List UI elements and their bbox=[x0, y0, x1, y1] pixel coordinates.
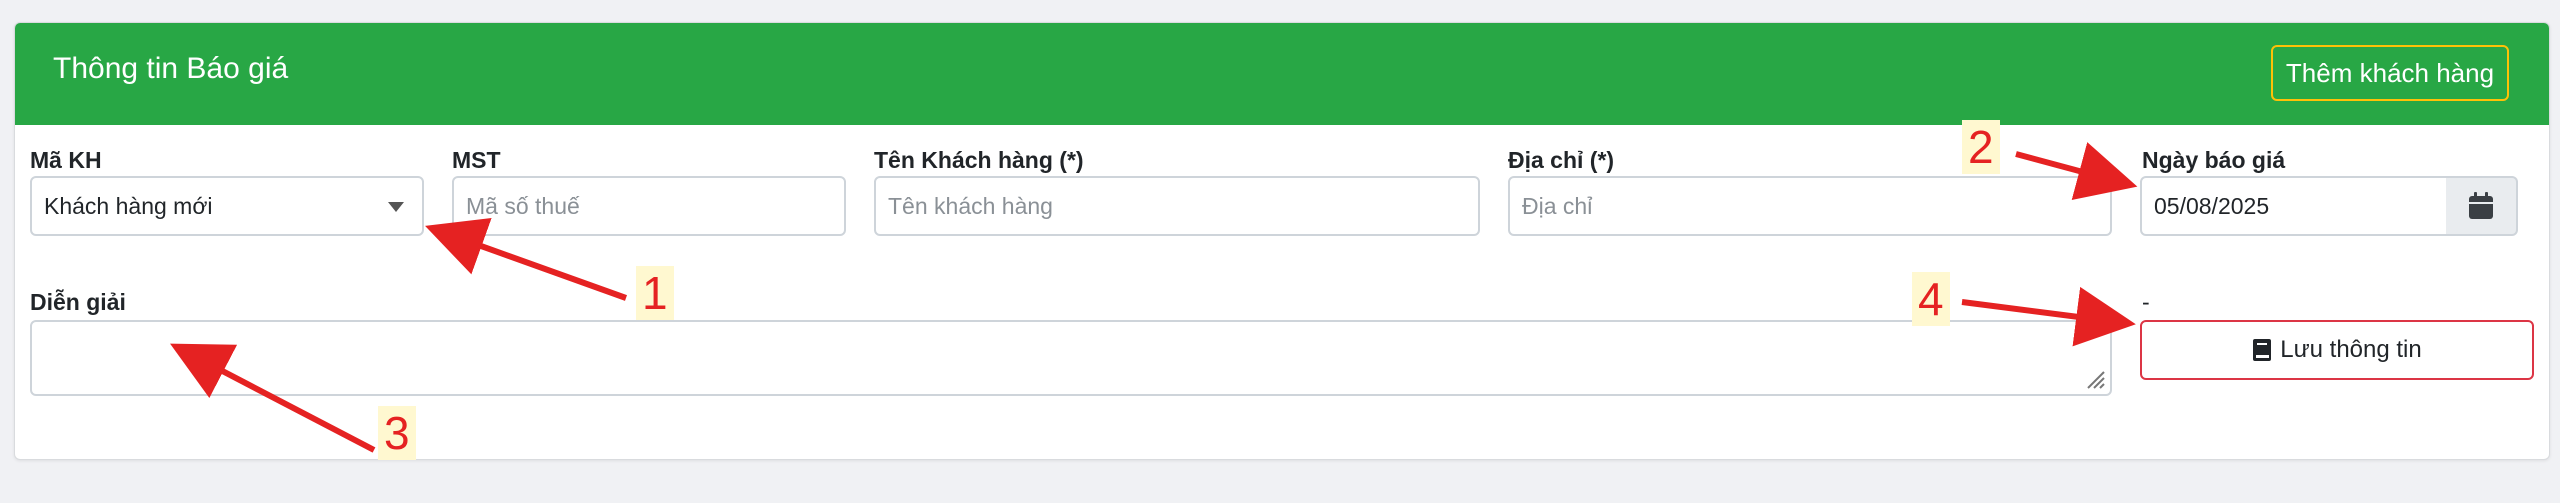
arrow-3 bbox=[170, 343, 376, 453]
arrow-2 bbox=[2015, 142, 2138, 201]
arrow-1 bbox=[425, 217, 628, 301]
annotation-4: 4 bbox=[1912, 272, 1950, 326]
annotation-2: 2 bbox=[1962, 120, 2000, 174]
annotation-3: 3 bbox=[378, 406, 416, 460]
annotation-1: 1 bbox=[636, 266, 674, 320]
arrow-4 bbox=[1961, 286, 2136, 347]
